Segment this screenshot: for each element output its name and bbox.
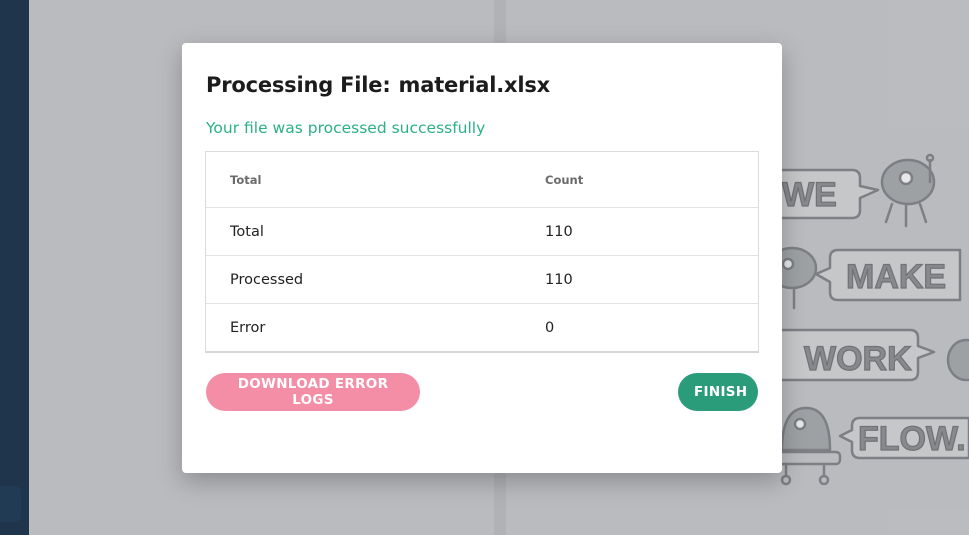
row-label: Processed (230, 271, 304, 288)
finish-button[interactable]: FINISH (678, 373, 758, 411)
table-header-row: Total Count (206, 152, 758, 207)
row-label: Error (230, 319, 266, 336)
results-table: Total Count Total 110 Processed 110 Erro… (205, 151, 759, 353)
processing-file-dialog: Processing File: material.xlsx Your file … (182, 43, 782, 473)
table-row: Processed 110 (206, 255, 758, 303)
table-row: Error 0 (206, 303, 758, 351)
header-count: Count (545, 172, 584, 187)
row-count: 0 (545, 319, 555, 336)
table-row: Total 110 (206, 207, 758, 255)
file-name: material.xlsx (398, 73, 551, 97)
row-count: 110 (545, 271, 573, 288)
header-total: Total (230, 172, 262, 187)
row-count: 110 (545, 223, 573, 240)
download-error-logs-button[interactable]: DOWNLOAD ERROR LOGS (206, 373, 420, 411)
dialog-title-prefix: Processing File: (206, 73, 391, 97)
dialog-title: Processing File: material.xlsx (206, 73, 550, 97)
row-label: Total (230, 223, 264, 240)
success-message: Your file was processed successfully (206, 119, 486, 137)
